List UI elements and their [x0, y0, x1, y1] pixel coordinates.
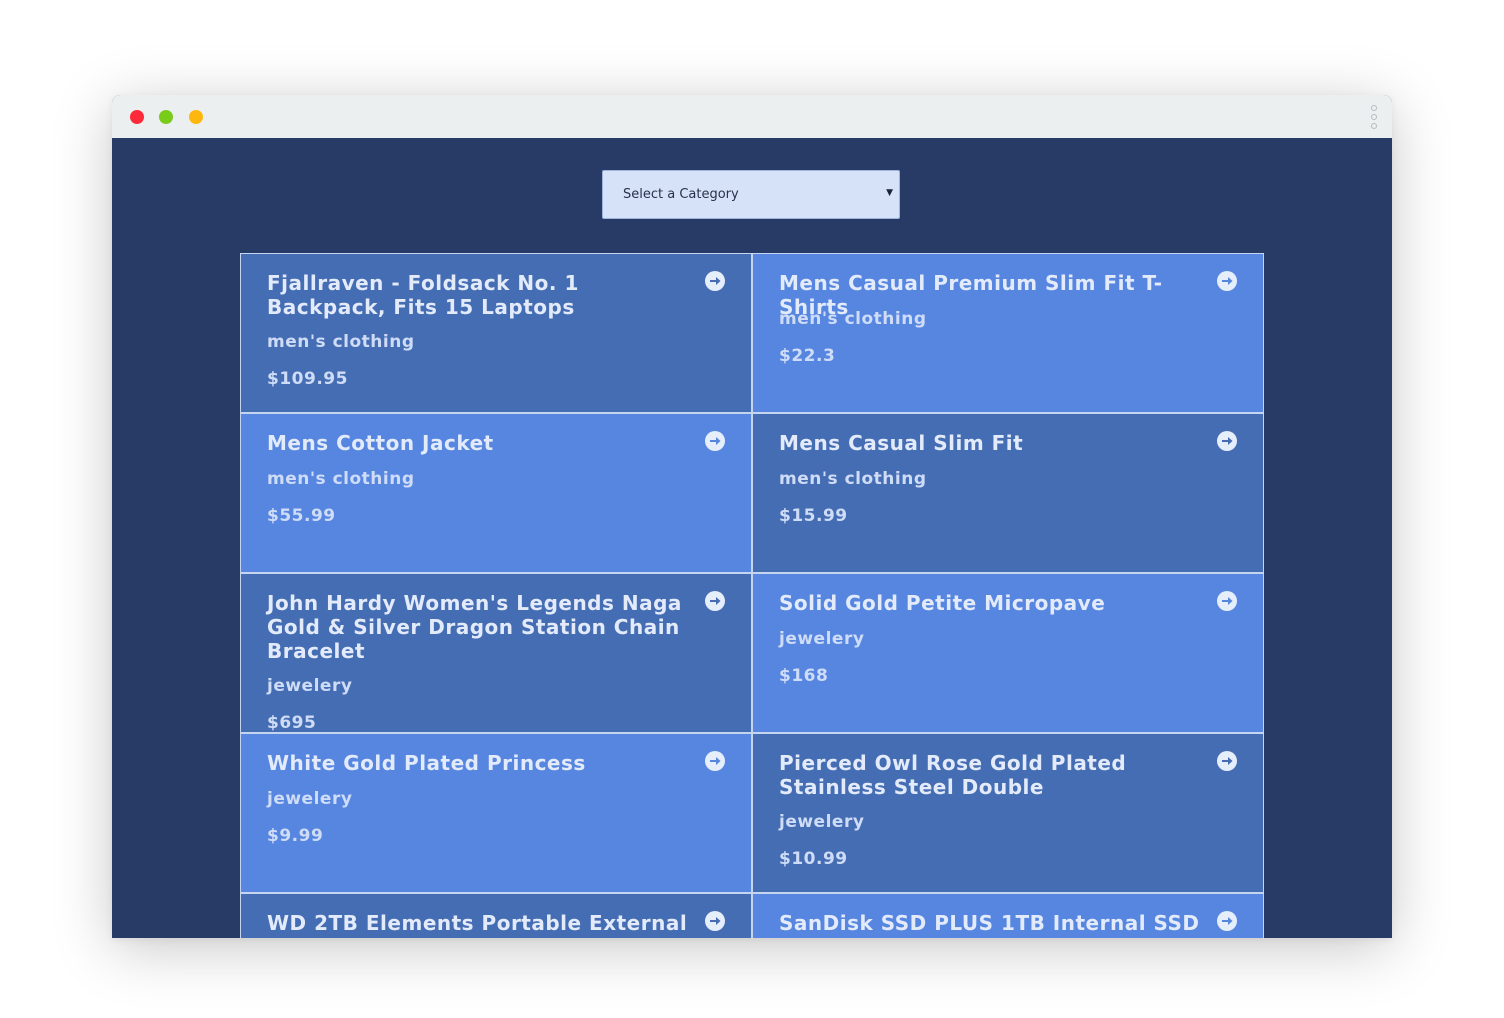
product-category: jewelery [267, 676, 353, 696]
product-card[interactable]: White Gold Plated Princess jewelery $9.9… [240, 733, 752, 893]
product-title: Pierced Owl Rose Gold Plated Stainless S… [779, 751, 1127, 799]
close-window-button[interactable] [130, 110, 144, 124]
product-category: men's clothing [779, 309, 927, 329]
product-title: WD 2TB Elements Portable External [267, 911, 688, 935]
arrow-right-circle-icon[interactable] [1217, 751, 1237, 771]
product-price: $9.99 [267, 826, 324, 846]
product-price: $55.99 [267, 506, 336, 526]
category-select[interactable]: Select a Category ▼ [602, 170, 900, 219]
product-title: Mens Cotton Jacket [267, 431, 494, 455]
arrow-right-circle-icon[interactable] [705, 751, 725, 771]
product-card[interactable]: Pierced Owl Rose Gold Plated Stainless S… [752, 733, 1264, 893]
arrow-right-circle-icon[interactable] [705, 911, 725, 931]
product-price: $15.99 [779, 506, 848, 526]
product-category: men's clothing [267, 469, 415, 489]
product-title: John Hardy Women's Legends Naga Gold & S… [267, 591, 682, 663]
browser-window: Select a Category ▼ Fjallraven - Foldsac… [112, 95, 1392, 938]
arrow-right-circle-icon[interactable] [705, 271, 725, 291]
arrow-right-circle-icon[interactable] [1217, 271, 1237, 291]
arrow-right-circle-icon[interactable] [705, 591, 725, 611]
product-card[interactable]: WD 2TB Elements Portable External [240, 893, 752, 938]
product-title: Fjallraven - Foldsack No. 1 Backpack, Fi… [267, 271, 579, 319]
product-title: White Gold Plated Princess [267, 751, 586, 775]
product-title: SanDisk SSD PLUS 1TB Internal SSD - [779, 911, 1200, 938]
chevron-down-icon: ▼ [886, 188, 893, 198]
product-card[interactable]: Solid Gold Petite Micropave jewelery $16… [752, 573, 1264, 733]
category-select-value: Select a Category [623, 187, 739, 202]
minimize-window-button[interactable] [159, 110, 173, 124]
product-category: men's clothing [779, 469, 927, 489]
product-card[interactable]: Fjallraven - Foldsack No. 1 Backpack, Fi… [240, 253, 752, 413]
page-content: Select a Category ▼ Fjallraven - Foldsac… [112, 138, 1392, 938]
product-category: jewelery [779, 629, 865, 649]
product-price: $10.99 [779, 849, 848, 869]
product-category: jewelery [779, 812, 865, 832]
product-card[interactable]: SanDisk SSD PLUS 1TB Internal SSD - [752, 893, 1264, 938]
product-category: jewelery [267, 789, 353, 809]
product-card[interactable]: Mens Casual Slim Fit men's clothing $15.… [752, 413, 1264, 573]
product-category: men's clothing [267, 332, 415, 352]
product-card[interactable]: Mens Cotton Jacket men's clothing $55.99 [240, 413, 752, 573]
product-price: $695 [267, 713, 317, 733]
arrow-right-circle-icon[interactable] [705, 431, 725, 451]
product-price: $168 [779, 666, 829, 686]
product-title: Solid Gold Petite Micropave [779, 591, 1106, 615]
window-titlebar [112, 95, 1392, 138]
product-price: $109.95 [267, 369, 348, 389]
product-card[interactable]: Mens Casual Premium Slim Fit T-Shirts me… [752, 253, 1264, 413]
arrow-right-circle-icon[interactable] [1217, 431, 1237, 451]
kebab-menu-icon[interactable] [1368, 105, 1380, 131]
product-title: Mens Casual Slim Fit [779, 431, 1024, 455]
zoom-window-button[interactable] [189, 110, 203, 124]
product-card[interactable]: John Hardy Women's Legends Naga Gold & S… [240, 573, 752, 733]
product-price: $22.3 [779, 346, 836, 366]
arrow-right-circle-icon[interactable] [1217, 591, 1237, 611]
arrow-right-circle-icon[interactable] [1217, 911, 1237, 931]
